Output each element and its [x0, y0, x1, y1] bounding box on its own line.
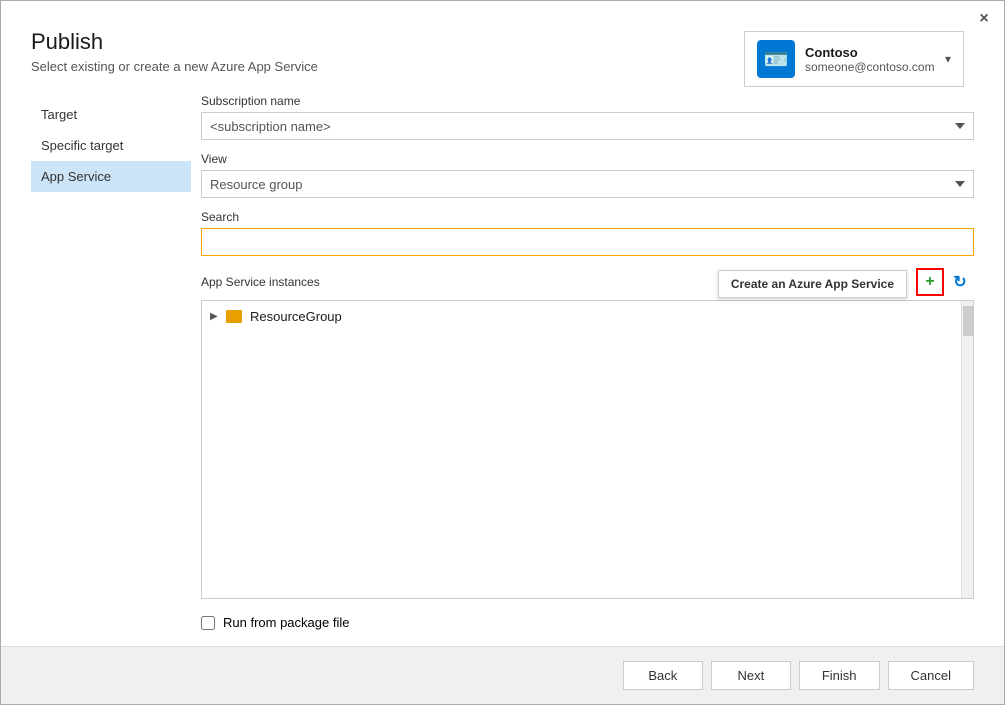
account-avatar: 🪪 [757, 40, 795, 78]
tree-expand-icon: ▶ [210, 311, 222, 322]
account-info: Contoso someone@contoso.com [805, 45, 935, 74]
form-area: Subscription name <subscription name> Vi… [191, 94, 974, 630]
title-bar: × [1, 1, 1004, 29]
refresh-button[interactable]: ↻ [946, 268, 974, 296]
cancel-button[interactable]: Cancel [888, 661, 974, 690]
search-group: Search [201, 210, 974, 256]
publish-dialog: × 🪪 Contoso someone@contoso.com ▾ Publis… [0, 0, 1005, 705]
account-box[interactable]: 🪪 Contoso someone@contoso.com ▾ [744, 31, 964, 87]
search-input[interactable] [201, 228, 974, 256]
add-tooltip: Create an Azure App Service [718, 270, 907, 298]
dialog-footer: Back Next Finish Cancel [1, 646, 1004, 704]
folder-icon [226, 310, 242, 323]
instances-section: App Service instances + Create an Azure … [201, 268, 974, 599]
back-button[interactable]: Back [623, 661, 703, 690]
instances-list: ▶ ResourceGroup [201, 300, 974, 599]
sidebar-item-target[interactable]: Target [31, 99, 191, 130]
view-group: View Resource group Flat list [201, 152, 974, 198]
checkbox-row: Run from package file [201, 615, 974, 630]
dialog-content: Publish Select existing or create a new … [1, 29, 1004, 630]
sidebar-item-app-service[interactable]: App Service [31, 161, 191, 192]
close-button[interactable]: × [974, 9, 994, 29]
search-label: Search [201, 210, 974, 224]
scrollbar-thumb [963, 306, 973, 336]
subscription-group: Subscription name <subscription name> [201, 94, 974, 140]
account-name: Contoso [805, 45, 935, 60]
add-app-service-button[interactable]: + Create an Azure App Service [916, 268, 944, 296]
run-from-package-label: Run from package file [223, 615, 349, 630]
account-icon: 🪪 [764, 47, 789, 72]
tree-item-resource-group[interactable]: ▶ ResourceGroup [202, 305, 973, 328]
sidebar: Target Specific target App Service [31, 94, 191, 630]
instances-tools: + Create an Azure App Service ↻ [916, 268, 974, 296]
account-chevron-icon: ▾ [945, 52, 951, 66]
instances-header: App Service instances + Create an Azure … [201, 268, 974, 296]
sidebar-item-specific-target[interactable]: Specific target [31, 130, 191, 161]
instances-label: App Service instances [201, 275, 320, 289]
subscription-select[interactable]: <subscription name> [201, 112, 974, 140]
instances-list-inner[interactable]: ▶ ResourceGroup [202, 301, 973, 598]
scrollbar-track[interactable] [961, 301, 973, 598]
main-area: Target Specific target App Service Subsc… [31, 94, 974, 630]
subscription-label: Subscription name [201, 94, 974, 108]
view-label: View [201, 152, 974, 166]
finish-button[interactable]: Finish [799, 661, 880, 690]
account-email: someone@contoso.com [805, 60, 935, 74]
next-button[interactable]: Next [711, 661, 791, 690]
tree-item-label: ResourceGroup [250, 309, 342, 324]
view-select[interactable]: Resource group Flat list [201, 170, 974, 198]
run-from-package-checkbox[interactable] [201, 616, 215, 630]
